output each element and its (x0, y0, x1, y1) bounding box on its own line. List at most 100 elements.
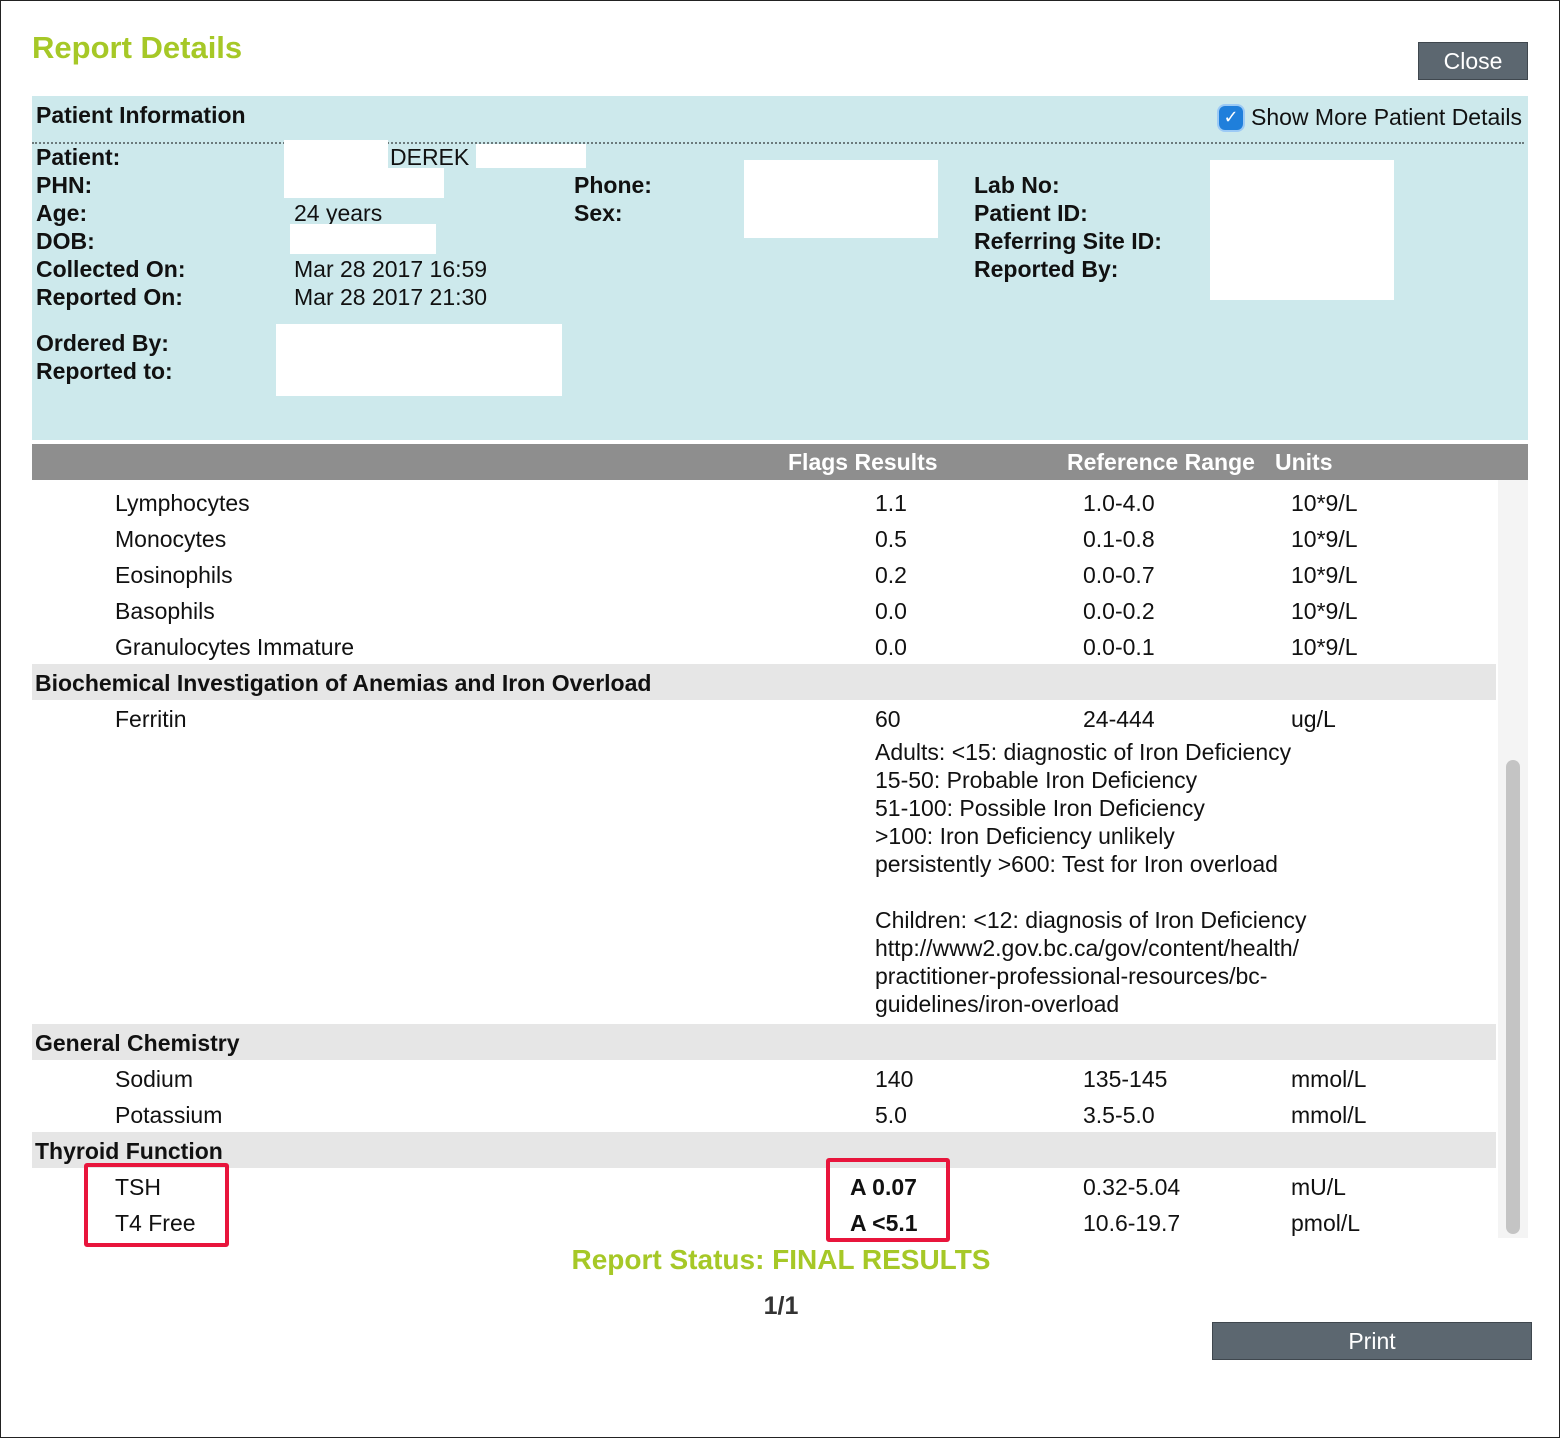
test-range: 3.5-5.0 (1083, 1102, 1155, 1128)
flags-results-header: Flags Results (788, 449, 938, 475)
section-title: General Chemistry (35, 1030, 240, 1056)
age-label: Age: (36, 200, 88, 226)
phone-label: Phone: (574, 172, 652, 198)
note-line: Children: <12: diagnosis of Iron Deficie… (875, 907, 1307, 933)
test-result: 0.0 (875, 598, 907, 624)
age-value: 24 years (294, 200, 383, 226)
panel-title: Patient Information (36, 102, 246, 128)
test-name: Granulocytes Immature (115, 634, 355, 660)
note-line[interactable]: http://www2.gov.bc.ca/gov/content/health… (875, 934, 1395, 962)
patient-id-label: Patient ID: (974, 200, 1088, 226)
test-name: Monocytes (115, 526, 227, 552)
collected-on-value: Mar 28 2017 16:59 (294, 256, 488, 282)
table-row: Sodium 140 135-145 mmol/L (32, 1060, 1496, 1096)
test-name: Basophils (115, 598, 215, 624)
table-row: Granulocytes Immature 0.0 0.0-0.1 10*9/L (32, 628, 1496, 664)
dob-label: DOB: (36, 228, 95, 254)
test-range: 1.0-4.0 (1083, 490, 1155, 516)
test-result: 0.2 (875, 562, 907, 588)
redacted-block (1210, 160, 1394, 300)
patient-info-panel: Patient Information ✓ Show More Patient … (32, 96, 1528, 440)
table-row: Monocytes 0.5 0.1-0.8 10*9/L (32, 520, 1496, 556)
test-name: Sodium (115, 1066, 193, 1092)
divider (32, 142, 1524, 144)
phn-label: PHN: (36, 172, 93, 198)
collected-on-label: Collected On: (36, 256, 186, 282)
redacted-block (744, 160, 938, 238)
test-unit: 10*9/L (1291, 598, 1358, 624)
show-more-label: Show More Patient Details (1250, 104, 1522, 130)
test-name: Ferritin (115, 706, 187, 732)
lab-no-label: Lab No: (974, 172, 1060, 198)
redacted-block (284, 168, 444, 198)
section-title: Biochemical Investigation of Anemias and… (35, 670, 652, 696)
section-title: Thyroid Function (35, 1138, 223, 1164)
patient-label: Patient: (36, 144, 121, 170)
table-row: Eosinophils 0.2 0.0-0.7 10*9/L (32, 556, 1496, 592)
highlight-box-results (826, 1158, 950, 1242)
test-name: Lymphocytes (115, 490, 250, 516)
units-header: Units (1275, 449, 1333, 475)
test-range: 135-145 (1083, 1066, 1168, 1092)
test-name: Eosinophils (115, 562, 233, 588)
results-scrollbar[interactable] (1498, 480, 1528, 1238)
test-result: 0.5 (875, 526, 907, 552)
test-range: 0.32-5.04 (1083, 1174, 1181, 1200)
page-title: Report Details (32, 30, 243, 65)
report-status: Report Status: FINAL RESULTS (571, 1244, 991, 1275)
redacted-block (284, 140, 388, 168)
reported-on-value: Mar 28 2017 21:30 (294, 284, 488, 310)
test-unit: mmol/L (1291, 1066, 1367, 1092)
table-row: Potassium 5.0 3.5-5.0 mmol/L (32, 1096, 1496, 1132)
section-header-iron: Biochemical Investigation of Anemias and… (32, 664, 1496, 700)
test-result: 5.0 (875, 1102, 907, 1128)
test-unit: mmol/L (1291, 1102, 1367, 1128)
note-line (875, 878, 1395, 906)
sex-label: Sex: (574, 200, 623, 226)
table-row: TSH A 0.07 0.32-5.04 mU/L (32, 1168, 1496, 1204)
note-line[interactable]: guidelines/iron-overload (875, 990, 1395, 1018)
test-range: 0.1-0.8 (1083, 526, 1155, 552)
table-row: Basophils 0.0 0.0-0.2 10*9/L (32, 592, 1496, 628)
table-row: Lymphocytes 1.1 1.0-4.0 10*9/L (32, 484, 1496, 520)
checkbox-checked-icon[interactable]: ✓ (1218, 105, 1243, 130)
section-header-chemistry: General Chemistry (32, 1024, 1496, 1060)
show-more-toggle[interactable]: ✓ Show More Patient Details (1218, 104, 1522, 131)
close-button[interactable]: Close (1418, 42, 1528, 80)
test-result: 0.0 (875, 634, 907, 660)
redacted-block (276, 324, 562, 396)
test-unit: 10*9/L (1291, 634, 1358, 660)
ferritin-note: Adults: <15: diagnostic of Iron Deficien… (875, 738, 1395, 1018)
note-line: 51-100: Possible Iron Deficiency (875, 795, 1205, 821)
print-button[interactable]: Print (1212, 1322, 1532, 1360)
reported-by-label: Reported By: (974, 256, 1119, 282)
test-unit: mU/L (1291, 1174, 1346, 1200)
scrollbar-thumb[interactable] (1506, 760, 1520, 1234)
test-result: 60 (875, 706, 901, 732)
patient-name: DEREK (390, 144, 470, 170)
test-unit: 10*9/L (1291, 526, 1358, 552)
test-unit: pmol/L (1291, 1210, 1361, 1236)
note-line: 15-50: Probable Iron Deficiency (875, 767, 1198, 793)
test-unit: ug/L (1291, 706, 1336, 732)
ordered-by-label: Ordered By: (36, 330, 169, 356)
note-line: >100: Iron Deficiency unlikely (875, 823, 1175, 849)
note-line: Adults: <15: diagnostic of Iron Deficien… (875, 739, 1292, 765)
referring-site-id-label: Referring Site ID: (974, 228, 1162, 254)
highlight-box-test-names (84, 1163, 229, 1247)
test-result: 1.1 (875, 490, 907, 516)
results-table[interactable]: Lymphocytes 1.1 1.0-4.0 10*9/L Monocytes… (32, 480, 1496, 1242)
test-range: 0.0-0.2 (1083, 598, 1155, 624)
test-range: 0.0-0.1 (1083, 634, 1155, 660)
redacted-block (290, 224, 436, 254)
reported-to-label: Reported to: (36, 358, 173, 384)
test-range: 10.6-19.7 (1083, 1210, 1181, 1236)
note-line: persistently >600: Test for Iron overloa… (875, 851, 1278, 877)
table-row: Ferritin 60 24-444 ug/L (32, 700, 1496, 736)
note-line[interactable]: practitioner-professional-resources/bc- (875, 962, 1395, 990)
results-table-header: Flags Results Reference Range Units (32, 444, 1528, 480)
test-name: Potassium (115, 1102, 223, 1128)
test-result: 140 (875, 1066, 914, 1092)
reported-on-label: Reported On: (36, 284, 183, 310)
page-indicator: 1/1 (763, 1292, 799, 1320)
